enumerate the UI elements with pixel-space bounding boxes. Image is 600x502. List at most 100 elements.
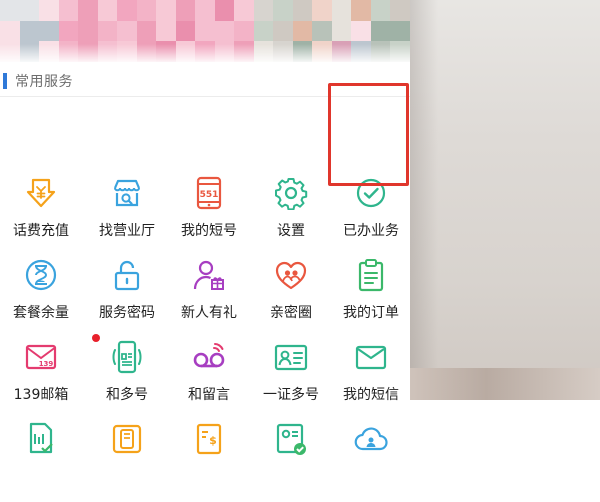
banner-fade	[0, 44, 410, 64]
background-blur-bottom	[410, 368, 600, 400]
service-139-mail[interactable]: 139 139邮箱	[0, 334, 100, 420]
banner-pixel	[195, 0, 215, 21]
service-my-sms[interactable]: 我的短信	[330, 340, 412, 420]
section-title: 常用服务	[15, 74, 73, 90]
common-services-panel: 常用服务 话费充值 找营业厅 551 我的短号 设置 已办业务 套餐余量 服务密…	[0, 64, 412, 455]
clipboard-list-icon	[354, 258, 388, 292]
svg-text:$: $	[209, 434, 217, 447]
voicemail-icon	[192, 340, 226, 374]
banner-pixel	[78, 0, 98, 21]
service-new-user-gift[interactable]: 新人有礼	[168, 258, 250, 338]
bill-dollar-icon: $	[192, 422, 226, 456]
service-my-short-number[interactable]: 551 我的短号	[168, 176, 250, 256]
service-package-balance[interactable]: 套餐余量	[0, 258, 82, 338]
service-label: 话费充值	[13, 223, 69, 239]
lock-icon	[110, 258, 144, 292]
service-label: 和多号	[106, 387, 148, 403]
cloud-people-icon	[354, 422, 388, 456]
short-number-phone-icon: 551	[192, 176, 226, 210]
service-phone-card[interactable]	[86, 422, 168, 502]
banner-pixel	[390, 0, 410, 21]
service-one-id-multi-number[interactable]: 一证多号	[250, 340, 332, 420]
banner-pixel	[370, 0, 391, 21]
user-gift-icon	[192, 258, 226, 292]
background-blur-area	[410, 0, 600, 400]
banner-pixel	[331, 20, 352, 42]
mail-139-icon: 139	[24, 334, 100, 374]
banner-pixel	[292, 0, 313, 21]
banner-pixel	[273, 20, 293, 42]
multi-number-phone-icon	[110, 340, 144, 374]
banner-pixel	[58, 0, 79, 21]
banner-pixel	[234, 20, 254, 42]
banner-pixel	[117, 0, 137, 21]
service-voice-message[interactable]: 和留言	[168, 340, 250, 420]
service-label: 139邮箱	[13, 387, 69, 403]
banner-pixel	[156, 20, 176, 42]
banner-pixel	[0, 20, 20, 42]
service-label: 我的短信	[343, 387, 399, 403]
banner-pixel	[351, 0, 371, 21]
phone-card-icon	[110, 422, 144, 456]
service-sim-card[interactable]	[0, 422, 82, 502]
service-completed-business[interactable]: 已办业务	[330, 176, 412, 256]
banner-pixel	[253, 0, 274, 21]
store-search-icon	[110, 176, 144, 210]
banner-pixel	[78, 20, 98, 42]
banner-pixel	[214, 0, 235, 21]
banner-pixel	[390, 20, 410, 42]
banner-pixel	[175, 20, 196, 42]
service-bill[interactable]: $	[168, 422, 250, 502]
banner-pixel	[0, 0, 20, 21]
service-label: 新人有礼	[181, 305, 237, 321]
service-my-orders[interactable]: 我的订单	[330, 258, 412, 338]
service-cloud[interactable]	[330, 422, 412, 502]
banner-pixel	[97, 0, 118, 21]
banner-pixel	[39, 0, 59, 21]
section-accent-bar	[3, 73, 7, 89]
banner-pixel	[253, 20, 274, 42]
service-multi-number[interactable]: 和多号	[86, 340, 168, 420]
banner-pixel	[312, 0, 332, 21]
service-label: 已办业务	[343, 223, 399, 239]
banner-pixel	[19, 20, 40, 42]
panel-shadow	[410, 0, 438, 400]
banner-pixel	[214, 20, 235, 42]
service-intimate-circle[interactable]: 亲密圈	[250, 258, 332, 338]
banner-pixel	[292, 20, 313, 42]
banner-pixel	[97, 20, 118, 42]
service-label: 套餐余量	[13, 305, 69, 321]
envelope-icon	[354, 340, 388, 374]
recharge-coin-icon	[24, 176, 58, 210]
highlight-box	[328, 83, 409, 186]
gear-icon	[274, 176, 308, 210]
banner-pixel	[312, 20, 332, 42]
banner-pixel	[117, 20, 137, 42]
banner-pixel	[351, 20, 371, 42]
service-settings[interactable]: 设置	[250, 176, 332, 256]
banner-pixel	[39, 20, 59, 42]
service-label: 亲密圈	[270, 305, 312, 321]
service-label: 我的短号	[181, 223, 237, 239]
service-recharge[interactable]: 话费充值	[0, 176, 82, 256]
service-find-store[interactable]: 找营业厅	[86, 176, 168, 256]
banner-pixel	[331, 0, 352, 21]
service-label: 一证多号	[263, 387, 319, 403]
banner-pixel	[136, 0, 157, 21]
banner-pixel	[370, 20, 391, 42]
service-label: 我的订单	[343, 305, 399, 321]
service-label: 和留言	[188, 387, 230, 403]
svg-text:139: 139	[39, 360, 54, 368]
service-password[interactable]: 服务密码	[86, 258, 168, 338]
banner-pixel	[156, 0, 176, 21]
id-card-icon	[274, 340, 308, 374]
banner-pixel	[136, 20, 157, 42]
banner-pixel	[234, 0, 254, 21]
banner-pixel	[19, 0, 40, 21]
banner-pixel	[195, 20, 215, 42]
banner-pixel	[273, 0, 293, 21]
service-label: 设置	[277, 223, 305, 239]
banner-pixel	[175, 0, 196, 21]
svg-text:551: 551	[200, 190, 219, 200]
service-id-verify[interactable]	[250, 422, 332, 502]
